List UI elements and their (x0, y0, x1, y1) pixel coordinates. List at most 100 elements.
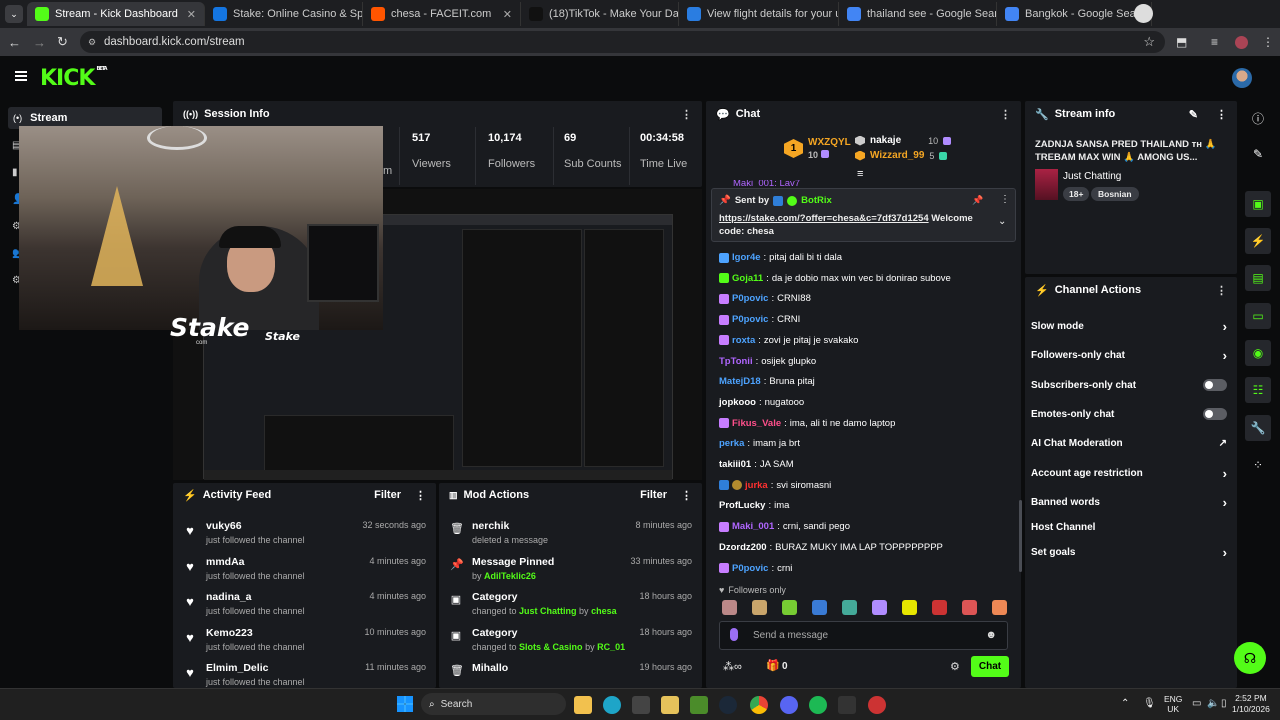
tab-close-icon[interactable]: ✕ (503, 8, 512, 21)
screen-capture-icon[interactable]: ▣ (1245, 191, 1271, 217)
chat-message[interactable]: jopkooo: nugatooo (719, 397, 804, 408)
chat-message[interactable]: P0povic: CRNI88 (719, 293, 811, 304)
steam-icon[interactable] (719, 696, 737, 714)
tray-volume-icon[interactable]: 🔈 (1207, 698, 1219, 709)
chat-message[interactable]: Igor4e: pitaj dali bi ti dala (719, 252, 842, 263)
chat-username[interactable]: P0povic (732, 314, 768, 325)
profile-avatar-icon[interactable] (1235, 36, 1248, 49)
site-info-icon[interactable]: ⚙ (88, 37, 96, 48)
user-avatar[interactable] (1232, 68, 1252, 88)
emote-icon[interactable] (962, 600, 977, 615)
category-thumbnail[interactable] (1035, 169, 1058, 200)
media-controls-icon[interactable]: ≡ (1211, 35, 1218, 49)
session-more-icon[interactable]: ⋮ (681, 108, 692, 121)
chrome-icon[interactable] (750, 696, 768, 714)
new-tab-button[interactable] (1134, 4, 1153, 23)
chat-message[interactable]: Maki_001: crni, sandi pego (719, 521, 850, 532)
top-gifter-1[interactable]: WXZQYL 10 (808, 137, 851, 160)
chat-message[interactable]: MatejD18: Bruna pitaj (719, 376, 815, 387)
pencil-icon[interactable]: ✎ (1245, 141, 1271, 167)
chat-username[interactable]: jurka (745, 480, 768, 491)
chat-username[interactable]: Igor4e (732, 252, 761, 263)
extensions-icon[interactable]: ⬒ (1176, 35, 1187, 49)
pinned-more-icon[interactable]: ⋮ (1000, 194, 1010, 205)
app-icon[interactable] (661, 696, 679, 714)
emote-icon[interactable] (932, 600, 947, 615)
activity-item[interactable]: ♥ Elmim_Delic just followed the channel 11 … (184, 662, 426, 687)
browser-menu-icon[interactable]: ⋮ (1262, 35, 1274, 49)
obs-icon[interactable] (838, 696, 856, 714)
emote-icon[interactable] (722, 600, 737, 615)
tray-network-icon[interactable]: ▭ (1192, 698, 1201, 709)
spotify-icon[interactable] (809, 696, 827, 714)
chat-points-icon[interactable]: ⁂∞ (723, 660, 742, 673)
unpin-icon[interactable]: 📌 (972, 195, 983, 206)
chat-message[interactable]: Goja11: da je dobio max win vec bi donir… (719, 273, 951, 284)
chat-message[interactable]: P0povic: crni (719, 563, 792, 574)
chat-message[interactable]: roxta: zovi je pitaj je svakako (719, 335, 858, 346)
chat-username[interactable]: Maki_001 (732, 521, 774, 532)
chat-username[interactable]: TpTonii (719, 356, 753, 367)
file-explorer-icon[interactable] (574, 696, 592, 714)
broadcast-toggle-icon[interactable]: ◉ (1245, 340, 1271, 366)
url-field[interactable]: ⚙ dashboard.kick.com/stream ☆ (80, 31, 1165, 53)
tray-mic-icon[interactable]: 🎙 (1143, 698, 1156, 709)
browser-tab[interactable]: Stream - Kick Dashboard ✕ (27, 2, 205, 26)
pinned-link[interactable]: https://stake.com/?offer=chesa&c=7df37d1… (719, 213, 929, 224)
chat-message[interactable]: jurka: svi siromasni (719, 480, 831, 491)
tab-list-button[interactable]: ⌄ (5, 5, 23, 23)
mod-action-item[interactable]: 📌 Message Pinned by AdilTeklic26 33 minutes… (450, 556, 692, 581)
chat-username[interactable]: perka (719, 438, 744, 449)
toggle-switch[interactable] (1203, 408, 1227, 420)
emote-icon[interactable] (872, 600, 887, 615)
stream-category[interactable]: Just Chatting (1063, 171, 1121, 182)
lightning-action-icon[interactable]: ⚡ (1245, 228, 1271, 254)
channel-action-ai-chat-moderation[interactable]: AI Chat Moderation ↗ (1031, 436, 1227, 450)
chat-input[interactable]: Send a message ☻ (719, 621, 1008, 650)
edit-stream-icon[interactable]: ✎ (1189, 108, 1198, 121)
taskbar-search[interactable]: ⌕ Search (421, 693, 566, 715)
reload-icon[interactable]: ↻ (57, 34, 68, 50)
emote-icon[interactable] (842, 600, 857, 615)
channel-action-emotes-only-chat[interactable]: Emotes-only chat (1031, 407, 1227, 421)
browser-tab[interactable]: (18)TikTok - Make Your Day✕ (521, 2, 679, 26)
back-icon[interactable]: ← (8, 35, 21, 50)
activity-more-icon[interactable]: ⋮ (415, 489, 426, 502)
top-gifter-2[interactable]: nakaje 10 (855, 135, 952, 146)
bookmark-star-icon[interactable]: ☆ (1143, 34, 1155, 50)
chat-username[interactable]: Goja11 (732, 273, 763, 284)
chat-username[interactable]: P0povic (732, 293, 768, 304)
tools-icon[interactable]: 🔧 (1245, 415, 1271, 441)
chat-message[interactable]: takiii01: JA SAM (719, 459, 794, 470)
clipboard-icon[interactable]: ▤ (1245, 265, 1271, 291)
mod-action-by[interactable]: chesa (591, 606, 617, 616)
collapse-leaderboard-icon[interactable]: ≡ (857, 168, 863, 180)
activity-item[interactable]: ♥ nadina_a just followed the channel 4 minu… (184, 591, 426, 616)
browser-tab[interactable]: Bangkok - Google Search✕ (997, 2, 1152, 26)
chat-username[interactable]: Dzordz200 (719, 542, 767, 553)
mod-action-highlight[interactable]: Just Chatting (519, 606, 577, 616)
chat-scrollbar[interactable] (1019, 500, 1022, 572)
forward-icon[interactable]: → (33, 35, 46, 50)
mod-action-item[interactable]: 🗑 nerchik deleted a message 8 minutes ago (450, 520, 692, 545)
emote-icon[interactable] (902, 600, 917, 615)
chat-send-button[interactable]: Chat (971, 656, 1009, 677)
mod-filter-button[interactable]: Filter (640, 489, 667, 501)
emote-icon[interactable] (752, 600, 767, 615)
channel-action-set-goals[interactable]: Set goals › (1031, 545, 1227, 560)
chat-message[interactable]: P0povic: CRNI (719, 314, 800, 325)
mod-action-highlight[interactable]: AdilTeklic26 (484, 571, 536, 581)
help-button[interactable]: ☊ (1234, 642, 1266, 674)
pinned-message[interactable]: 📌 Sent by BotRix 📌 ⋮ https://stake.com/?… (711, 188, 1016, 242)
discord-icon[interactable] (780, 696, 798, 714)
chat-message[interactable]: perka: imam ja brt (719, 438, 800, 449)
info-icon[interactable]: ⓘ (1245, 105, 1271, 131)
chat-username[interactable]: jopkooo (719, 397, 756, 408)
moderation-icon[interactable]: ☷ (1245, 377, 1271, 403)
mod-action-by[interactable]: RC_01 (597, 642, 625, 652)
chat-username[interactable]: P0povic (732, 563, 768, 574)
activity-filter-button[interactable]: Filter (374, 489, 401, 501)
chat-message[interactable]: TpTonii: osijek glupko (719, 356, 816, 367)
emote-icon[interactable] (812, 600, 827, 615)
top-gifter-3[interactable]: Wizzard_99 5 (855, 150, 948, 161)
